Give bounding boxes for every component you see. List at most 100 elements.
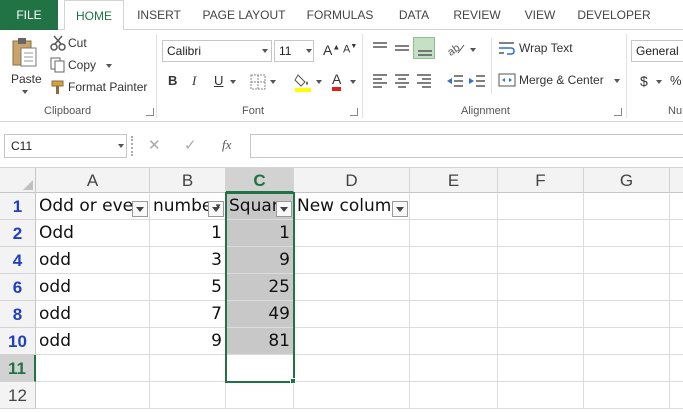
column-header-g[interactable]: G [584, 168, 670, 193]
cell-d10[interactable] [294, 328, 410, 355]
currency-button[interactable]: $ [640, 73, 648, 89]
merge-center-dropdown-icon[interactable] [614, 79, 620, 83]
cell-f10[interactable] [498, 328, 584, 355]
cut-button[interactable]: Cut [50, 34, 100, 54]
cell-a8[interactable]: odd [36, 301, 150, 328]
cell-a11[interactable] [36, 355, 150, 382]
cell-g6[interactable] [584, 274, 670, 301]
tab-developer[interactable]: DEVELOPER [572, 0, 656, 30]
cell-d6[interactable] [294, 274, 410, 301]
filter-dropdown-d[interactable] [392, 201, 408, 217]
column-header-d[interactable]: D [294, 168, 410, 193]
alignment-launcher-icon[interactable] [614, 108, 622, 116]
cell-d2[interactable] [294, 220, 410, 247]
cell-g11[interactable] [584, 355, 670, 382]
font-family-dropdown-icon[interactable] [262, 49, 268, 53]
copy-dropdown-icon[interactable] [106, 64, 112, 68]
cell-d8[interactable] [294, 301, 410, 328]
cell-c8[interactable]: 49 [226, 301, 294, 328]
shrink-font-button[interactable]: A▼ [343, 43, 357, 56]
name-box-dropdown-icon[interactable] [118, 144, 124, 148]
cell-g12[interactable] [584, 382, 670, 409]
select-all-corner[interactable] [0, 168, 36, 193]
row-header[interactable]: 12 [0, 382, 36, 409]
column-header-f[interactable]: F [498, 168, 584, 193]
percent-button[interactable]: % [670, 73, 682, 88]
cell-b4[interactable]: 3 [150, 247, 226, 274]
fill-color-dropdown-icon[interactable] [316, 80, 322, 84]
copy-button[interactable]: Copy [50, 56, 114, 76]
cell-g1[interactable] [584, 193, 670, 220]
format-painter-button[interactable]: Format Painter [50, 78, 150, 98]
bold-button[interactable]: B [168, 73, 177, 88]
cancel-button[interactable]: ✕ [148, 136, 161, 154]
grow-font-button[interactable]: A▲ [323, 42, 340, 58]
borders-dropdown-icon[interactable] [270, 80, 276, 84]
align-center-icon[interactable] [393, 72, 411, 90]
row-header[interactable]: 10 [0, 328, 36, 355]
cell-f11[interactable] [498, 355, 584, 382]
cell-a6[interactable]: odd [36, 274, 150, 301]
currency-dropdown-icon[interactable] [656, 80, 662, 84]
filter-dropdown-a[interactable] [132, 201, 148, 217]
tab-view[interactable]: VIEW [516, 0, 564, 30]
italic-button[interactable]: I [192, 73, 196, 89]
tab-insert[interactable]: INSERT [128, 0, 190, 30]
align-left-icon[interactable] [371, 72, 389, 90]
align-right-icon[interactable] [415, 72, 433, 90]
font-launcher-icon[interactable] [350, 108, 358, 116]
cell-e4[interactable] [410, 247, 498, 274]
cell-f6[interactable] [498, 274, 584, 301]
cell-h11[interactable] [670, 355, 683, 382]
cell-d12[interactable] [294, 382, 410, 409]
cell-b11[interactable] [150, 355, 226, 382]
font-family-select[interactable]: Calibri [162, 40, 272, 62]
name-box[interactable]: C11 [4, 134, 127, 158]
cell-b10[interactable]: 9 [150, 328, 226, 355]
tab-review[interactable]: REVIEW [446, 0, 508, 30]
cell-e12[interactable] [410, 382, 498, 409]
fill-color-icon[interactable] [294, 72, 312, 92]
row-header[interactable]: 8 [0, 301, 36, 328]
column-header-c[interactable]: C [226, 168, 294, 193]
formula-input[interactable] [250, 134, 683, 158]
tab-home[interactable]: HOME [64, 0, 124, 31]
align-bottom-button[interactable] [413, 37, 435, 59]
insert-function-button[interactable]: fx [222, 137, 231, 153]
tab-file[interactable]: FILE [0, 0, 58, 30]
cell-g4[interactable] [584, 247, 670, 274]
cell-c12[interactable] [226, 382, 294, 409]
cell-h2[interactable] [670, 220, 683, 247]
cell-e10[interactable] [410, 328, 498, 355]
filter-dropdown-b[interactable]: ▼ [208, 201, 224, 217]
cell-h1[interactable] [670, 193, 683, 220]
align-middle-icon[interactable] [393, 40, 411, 56]
cell-g8[interactable] [584, 301, 670, 328]
row-header[interactable]: 11 [0, 355, 36, 382]
row-header[interactable]: 2 [0, 220, 36, 247]
cell-f1[interactable] [498, 193, 584, 220]
paste-button[interactable]: Paste [4, 34, 44, 100]
row-header[interactable]: 4 [0, 247, 36, 274]
cell-f8[interactable] [498, 301, 584, 328]
cell-a2[interactable]: Odd [36, 220, 150, 247]
cell-f2[interactable] [498, 220, 584, 247]
cell-b8[interactable]: 7 [150, 301, 226, 328]
tab-page-layout[interactable]: PAGE LAYOUT [196, 0, 292, 30]
paste-dropdown-icon[interactable] [22, 90, 28, 94]
column-header-h[interactable] [670, 168, 683, 193]
clipboard-launcher-icon[interactable] [146, 108, 154, 116]
enter-button[interactable]: ✓ [184, 136, 197, 154]
cell-h12[interactable] [670, 382, 683, 409]
cell-c11[interactable] [226, 355, 294, 382]
cell-h8[interactable] [670, 301, 683, 328]
cell-a4[interactable]: odd [36, 247, 150, 274]
font-size-dropdown-icon[interactable] [306, 49, 312, 53]
fill-handle[interactable] [290, 378, 296, 384]
align-top-icon[interactable] [371, 40, 389, 56]
font-color-dropdown-icon[interactable] [350, 80, 356, 84]
decrease-indent-icon[interactable] [446, 72, 464, 90]
cell-f12[interactable] [498, 382, 584, 409]
cell-e6[interactable] [410, 274, 498, 301]
merge-center-button[interactable]: Merge & Center [498, 71, 626, 91]
